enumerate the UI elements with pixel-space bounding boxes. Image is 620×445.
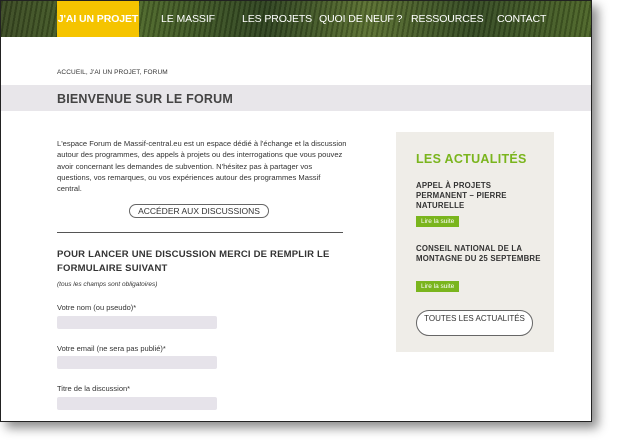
news-item-title[interactable]: CONSEIL NATIONAL DE LA MONTAGNE DU 25 SE… — [416, 244, 541, 264]
browser-viewport: J'AI UN PROJET LE MASSIF LES PROJETS QUO… — [0, 0, 592, 422]
nav-item-ressources[interactable]: RESSOURCES — [411, 1, 484, 37]
email-input[interactable] — [57, 356, 217, 369]
page-title: BIENVENUE SUR LE FORUM — [57, 92, 233, 106]
form-heading: POUR LANCER UNE DISCUSSION MERCI DE REMP… — [57, 249, 330, 274]
access-discussions-button[interactable]: ACCÉDER AUX DISCUSSIONS — [129, 204, 269, 218]
email-field-label: Votre email (ne sera pas publié)* — [57, 344, 166, 353]
section-divider — [57, 232, 343, 233]
nav-item-les-projets[interactable]: LES PROJETS — [242, 1, 312, 37]
intro-text: L'espace Forum de Massif-central.eu est … — [57, 139, 347, 194]
read-more-button[interactable]: Lire la suite — [416, 281, 460, 292]
nav-item-quoi-de-neuf[interactable]: QUOI DE NEUF ? — [319, 1, 402, 37]
required-note: (tous les champs sont obligatoires) — [57, 281, 158, 288]
nav-item-le-massif[interactable]: LE MASSIF — [161, 1, 215, 37]
nav-item-jai-un-projet[interactable]: J'AI UN PROJET — [57, 1, 139, 37]
news-heading: LES ACTUALITÉS — [416, 152, 527, 166]
name-field-label: Votre nom (ou pseudo)* — [57, 303, 137, 312]
title-field-label: Titre de la discussion* — [57, 384, 131, 393]
news-item-title[interactable]: APPEL À PROJETS PERMANENT – PIERRE NATUR… — [416, 181, 541, 211]
name-input[interactable] — [57, 316, 217, 329]
main-navigation: J'AI UN PROJET LE MASSIF LES PROJETS QUO… — [1, 1, 591, 37]
all-news-button[interactable]: TOUTES LES ACTUALITÉS — [416, 310, 533, 336]
read-more-button[interactable]: Lire la suite — [416, 216, 460, 227]
discussion-title-input[interactable] — [57, 397, 217, 410]
breadcrumb[interactable]: ACCUEIL, J'AI UN PROJET, FORUM — [57, 69, 168, 76]
nav-item-contact[interactable]: CONTACT — [497, 1, 546, 37]
